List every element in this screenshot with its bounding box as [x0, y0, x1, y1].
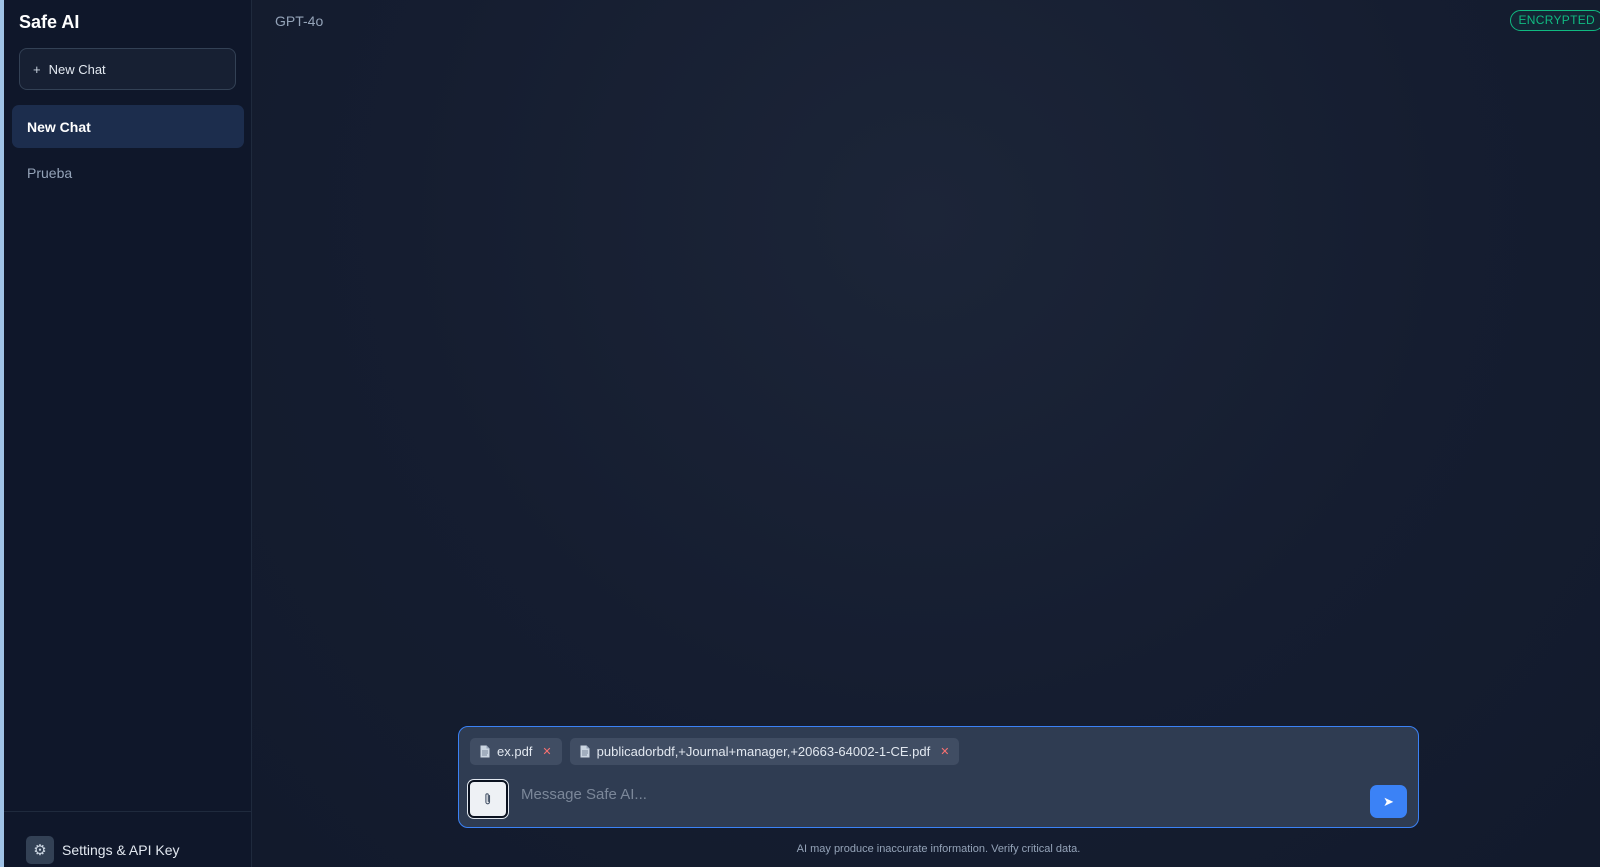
attachment-name: ex.pdf	[497, 744, 533, 759]
plus-icon: +	[33, 61, 41, 77]
brand-title: Safe AI	[19, 12, 80, 32]
file-icon	[580, 745, 590, 758]
remove-attachment-icon[interactable]: ✕	[542, 745, 551, 758]
paperclip-icon	[485, 793, 491, 805]
encrypted-badge: ENCRYPTED	[1509, 10, 1600, 31]
sidebar-footer: ⚙ Settings & API Key	[4, 811, 252, 867]
attachment-chip: publicadorbdf,+Journal+manager,+20663-64…	[569, 738, 960, 765]
chat-main: GPT-4o ENCRYPTED ex.pdf ✕ publicadorbdf,…	[252, 0, 1600, 867]
chat-item-new-chat[interactable]: New Chat	[12, 105, 244, 148]
send-button[interactable]: ➤	[1370, 785, 1407, 818]
message-input[interactable]	[521, 777, 1341, 811]
chat-list: New Chat Prueba	[12, 105, 244, 197]
sidebar: Safe AI + New Chat New Chat Prueba ⚙ Set…	[4, 0, 252, 867]
attachment-chip: ex.pdf ✕	[470, 738, 562, 765]
settings-button[interactable]: ⚙ Settings & API Key	[26, 836, 180, 864]
disclaimer-text: AI may produce inaccurate information. V…	[796, 843, 1081, 855]
send-icon: ➤	[1383, 793, 1394, 809]
attach-file-button[interactable]	[468, 780, 508, 818]
attachment-name: publicadorbdf,+Journal+manager,+20663-64…	[596, 744, 931, 759]
settings-label: Settings & API Key	[62, 842, 180, 858]
message-composer: ex.pdf ✕ publicadorbdf,+Journal+manager,…	[458, 726, 1419, 828]
remove-attachment-icon[interactable]: ✕	[940, 745, 949, 758]
file-icon	[480, 745, 490, 758]
new-chat-label: New Chat	[48, 61, 106, 77]
new-chat-button[interactable]: + New Chat	[19, 48, 236, 90]
gear-icon: ⚙	[26, 836, 54, 864]
chat-item-prueba[interactable]: Prueba	[12, 151, 244, 194]
attachment-list: ex.pdf ✕ publicadorbdf,+Journal+manager,…	[470, 738, 960, 765]
model-selector[interactable]: GPT-4o	[275, 13, 323, 29]
